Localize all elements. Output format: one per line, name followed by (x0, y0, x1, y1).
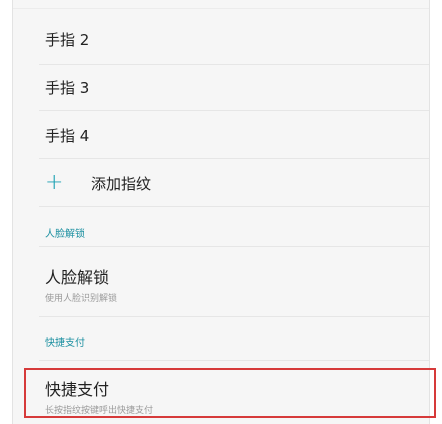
quick-pay-highlight-box (24, 368, 436, 418)
face-unlock-item[interactable]: 人脸解锁 使用人脸识别解锁 (13, 268, 429, 304)
quick-pay-section-header: 快捷支付 (45, 338, 85, 349)
divider (39, 316, 429, 317)
divider (39, 360, 429, 361)
fingerprint-item-4[interactable]: 手指 4 (13, 110, 429, 160)
face-unlock-subtitle: 使用人脸识别解锁 (45, 294, 118, 304)
fingerprint-label: 手指 3 (45, 78, 90, 97)
fingerprint-label: 手指 4 (45, 126, 90, 145)
add-fingerprint-label: 添加指纹 (91, 174, 152, 193)
fingerprint-item-3[interactable]: 手指 3 (13, 62, 429, 112)
fingerprint-item-2[interactable]: 手指 2 (13, 14, 429, 64)
divider (39, 246, 429, 247)
add-fingerprint-button[interactable]: + 添加指纹 (13, 168, 429, 198)
fingerprint-label: 手指 2 (45, 30, 90, 49)
face-unlock-section-header: 人脸解锁 (45, 229, 85, 240)
face-unlock-title: 人脸解锁 (45, 268, 110, 287)
settings-screen: 手指 2 手指 3 手指 4 + 添加指纹 人脸解锁 人脸解锁 使用人脸识别解锁… (12, 0, 430, 424)
divider (39, 158, 429, 159)
plus-icon: + (45, 170, 64, 195)
top-edge (13, 0, 429, 9)
divider (39, 206, 429, 207)
